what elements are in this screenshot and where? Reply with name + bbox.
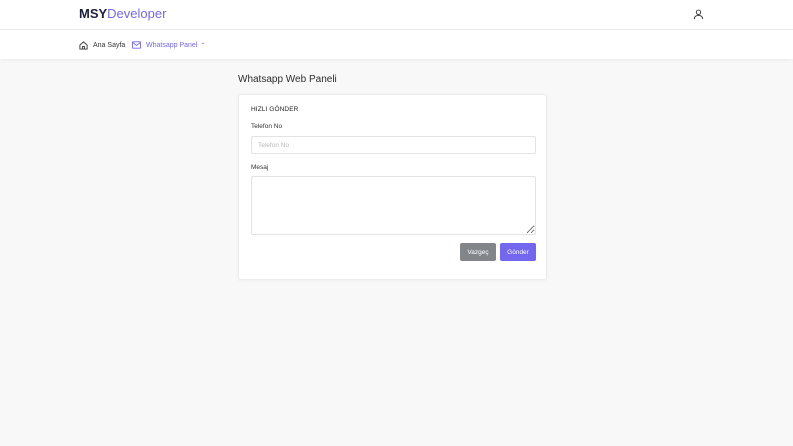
horizontal-nav: Ana Sayfa Whatsapp Panel ⌃ <box>0 30 793 59</box>
message-textarea[interactable] <box>251 176 536 235</box>
brand-logo-part1: MSY <box>79 6 108 21</box>
nav-item-whatsapp-panel[interactable]: Whatsapp Panel ⌃ <box>132 39 205 51</box>
home-icon <box>79 40 88 50</box>
quick-send-card: HIZLI GÖNDER Telefon No Mesaj Vazgeç Gön… <box>238 94 547 280</box>
top-header: MSYDeveloper <box>0 0 793 30</box>
cancel-button[interactable]: Vazgeç <box>460 243 496 261</box>
page-title: Whatsapp Web Paneli <box>238 74 337 85</box>
nav-item-home-label: Ana Sayfa <box>93 41 126 49</box>
user-icon[interactable] <box>693 9 704 20</box>
brand-logo[interactable]: MSYDeveloper <box>79 6 166 22</box>
phone-input[interactable] <box>251 136 536 154</box>
brand-logo-part2: Developer <box>107 6 167 21</box>
phone-label: Telefon No <box>251 123 283 130</box>
nav-item-home[interactable]: Ana Sayfa <box>79 39 125 51</box>
chevron-up-icon: ⌃ <box>200 42 206 49</box>
mail-icon <box>132 41 141 49</box>
message-label: Mesaj <box>251 164 269 171</box>
send-button[interactable]: Gönder <box>500 243 536 261</box>
card-title: HIZLI GÖNDER <box>251 106 299 113</box>
nav-item-whatsapp-label: Whatsapp Panel <box>146 41 198 49</box>
